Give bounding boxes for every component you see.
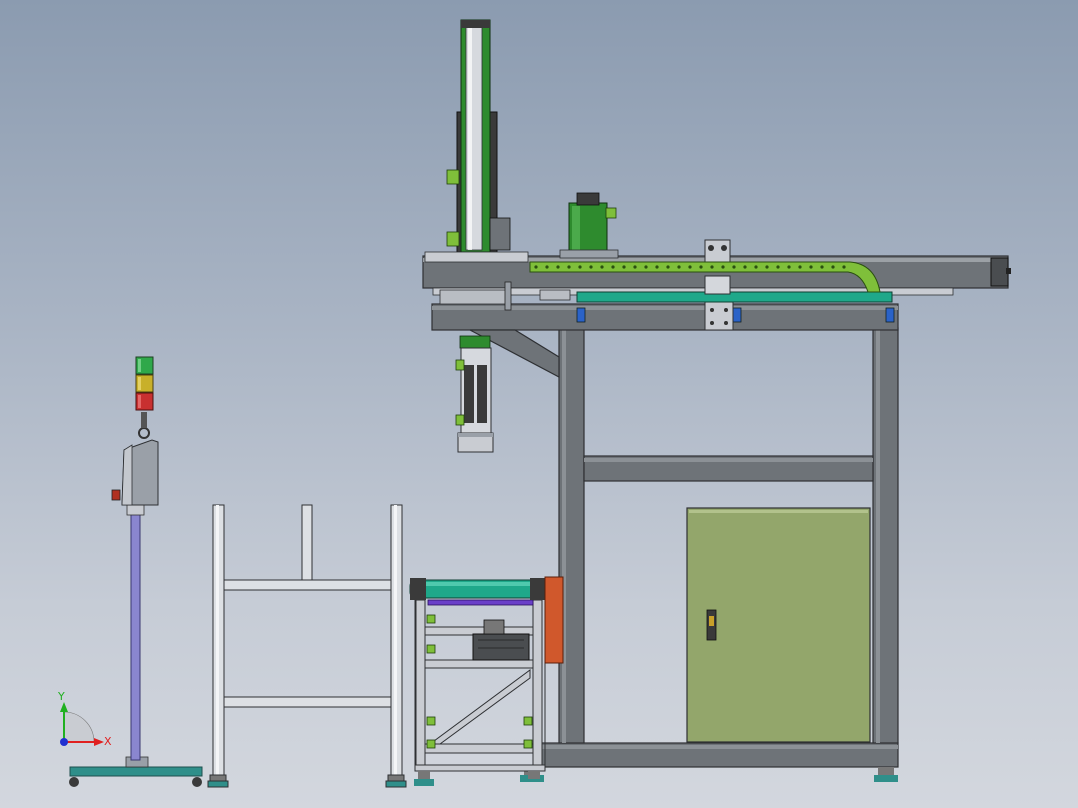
signal-tower-lights xyxy=(135,356,154,411)
chain-link-hole xyxy=(655,265,659,269)
chain-link-hole xyxy=(677,265,681,269)
chain-link-hole xyxy=(732,265,736,269)
chain-link-hole xyxy=(842,265,846,269)
chain-link-hole xyxy=(589,265,593,269)
chain-link-hole xyxy=(633,265,637,269)
chain-link-hole xyxy=(787,265,791,269)
triad-x-label: X xyxy=(104,735,112,748)
cad-viewport[interactable]: Y X xyxy=(0,0,1078,808)
chain-link-hole xyxy=(754,265,758,269)
chain-link-hole xyxy=(710,265,714,269)
chain-link-hole xyxy=(611,265,615,269)
chain-link-hole xyxy=(831,265,835,269)
chain-link-hole xyxy=(545,265,549,269)
cabinet-handle[interactable] xyxy=(706,609,717,641)
gripper[interactable] xyxy=(455,335,494,453)
model-drawing[interactable]: Y X xyxy=(0,0,1078,808)
chain-link-hole xyxy=(809,265,813,269)
chain-link-hole xyxy=(567,265,571,269)
chain-link-hole xyxy=(699,265,703,269)
chain-link-hole xyxy=(765,265,769,269)
chain-link-hole xyxy=(534,265,538,269)
chain-link-hole xyxy=(743,265,747,269)
coordinate-triad: Y X xyxy=(57,690,112,748)
chain-link-hole xyxy=(622,265,626,269)
chain-link-hole xyxy=(721,265,725,269)
belt-conveyor[interactable] xyxy=(409,576,564,786)
chain-link-hole xyxy=(776,265,780,269)
chain-link-hole xyxy=(798,265,802,269)
servo-motor[interactable] xyxy=(559,192,619,259)
chain-link-hole xyxy=(820,265,824,269)
z-axis-column[interactable] xyxy=(424,19,529,263)
chain-link-hole xyxy=(688,265,692,269)
aluminium-rack[interactable] xyxy=(207,504,407,788)
triad-y-label: Y xyxy=(57,690,65,703)
chain-link-hole xyxy=(644,265,648,269)
electrical-cabinet[interactable] xyxy=(686,507,871,743)
signal-tower-stand[interactable] xyxy=(69,356,203,787)
chain-link-hole xyxy=(578,265,582,269)
x-axis-beam[interactable] xyxy=(422,239,1011,311)
chain-link-hole xyxy=(556,265,560,269)
chain-link-hole xyxy=(600,265,604,269)
chain-link-hole xyxy=(666,265,670,269)
